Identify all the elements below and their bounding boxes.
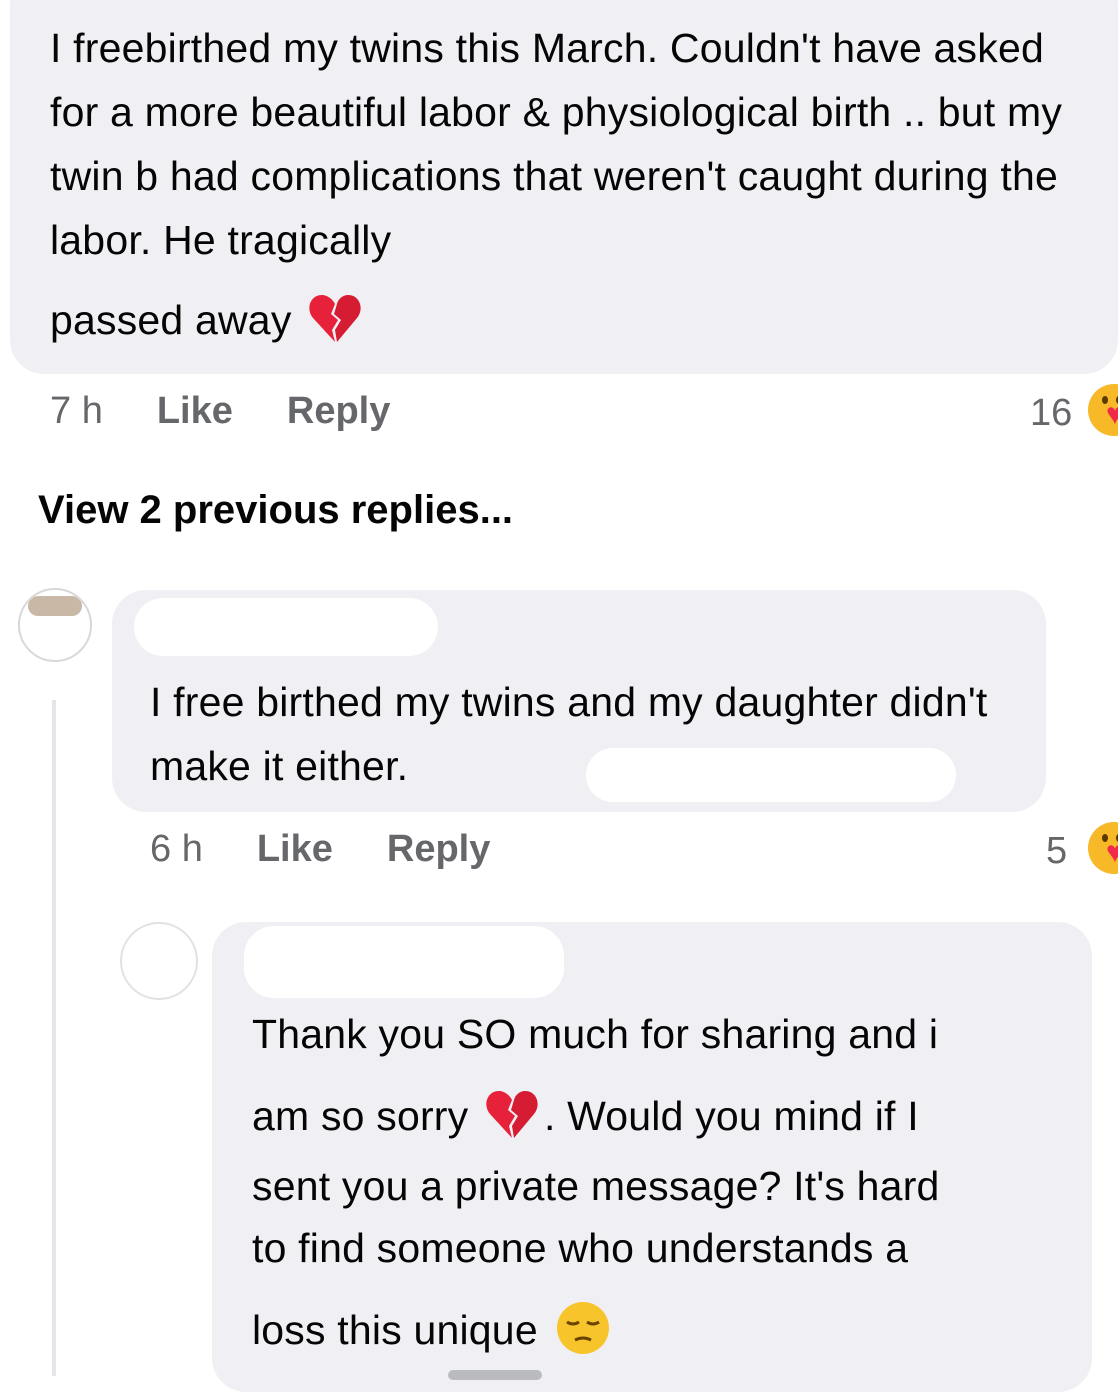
reply-button[interactable]: Reply <box>387 828 490 871</box>
redacted-name <box>244 926 564 998</box>
avatar[interactable] <box>18 588 92 662</box>
reply-actions: 6 h Like Reply <box>150 828 544 871</box>
redacted-tag <box>586 748 956 802</box>
reply-line: Thank you SO much for sharing and i <box>252 1011 939 1057</box>
pensive-face-icon <box>557 1302 610 1354</box>
reaction-count[interactable]: 5 <box>1046 830 1067 873</box>
comment-actions: 7 h Like Reply <box>50 390 444 433</box>
like-button[interactable]: Like <box>157 390 233 433</box>
hugging-face-icon[interactable]: ♥ <box>1088 384 1118 436</box>
comment-timestamp: 7 h <box>50 390 103 432</box>
thread-connector <box>52 700 56 1376</box>
reply-line: to find someone who understands a <box>252 1225 909 1271</box>
like-button[interactable]: Like <box>257 828 333 871</box>
redacted-name <box>134 598 438 656</box>
home-indicator <box>448 1370 542 1380</box>
reply-button[interactable]: Reply <box>287 390 390 433</box>
broken-heart-icon <box>486 1090 538 1138</box>
reaction-count[interactable]: 16 <box>1030 392 1072 435</box>
comment-text-end: passed away <box>50 288 650 352</box>
reply-line: am so sorry . Would you mind if I <box>252 1084 919 1148</box>
avatar[interactable] <box>120 922 198 1000</box>
reply-line: loss this unique <box>252 1298 611 1362</box>
hugging-face-icon[interactable]: ♥ <box>1088 822 1118 874</box>
reply-timestamp: 6 h <box>150 828 203 870</box>
view-previous-replies-link[interactable]: View 2 previous replies... <box>38 488 513 533</box>
broken-heart-icon <box>309 294 361 342</box>
comment-body: I freebirthed my twins this March. Could… <box>50 25 1063 263</box>
comment-text: I freebirthed my twins this March. Could… <box>50 16 1100 272</box>
comment-bubble: I freebirthed my twins this March. Could… <box>10 0 1118 374</box>
reply-line: sent you a private message? It's hard <box>252 1163 940 1209</box>
